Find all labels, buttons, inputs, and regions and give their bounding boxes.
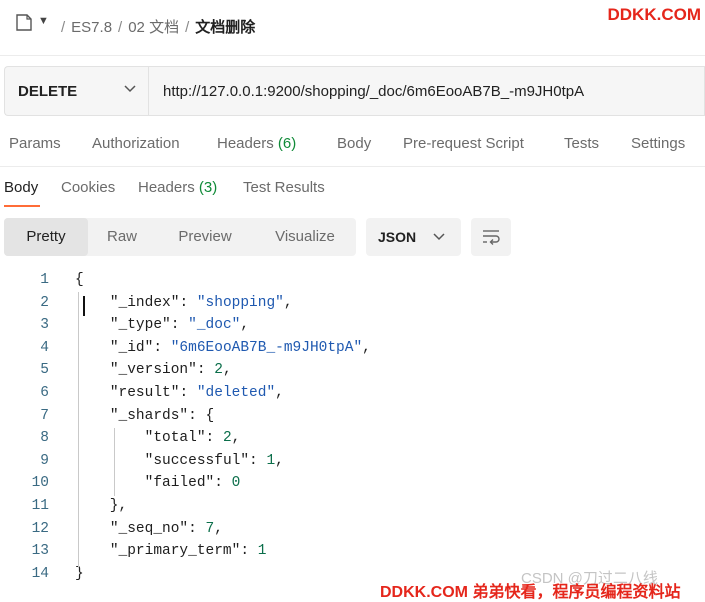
wrap-lines-icon — [483, 230, 500, 245]
code-line: "_shards": { — [109, 407, 215, 424]
text-cursor — [83, 296, 85, 316]
tab-cookies[interactable]: Cookies — [61, 179, 115, 196]
code-line: "result": "deleted", — [109, 385, 284, 401]
tab-response-headers-label: Headers — [138, 179, 195, 196]
indent-guide — [114, 428, 115, 496]
code-line: "_version": 2, — [109, 362, 232, 379]
line-number: 7 — [40, 407, 49, 424]
url-input[interactable]: http://127.0.0.1:9200/shopping/_doc/6m6E… — [148, 66, 705, 116]
tab-response-headers[interactable]: Headers (3) — [138, 179, 217, 196]
code-line: "_id": "6m6EooAB7B_-m9JH0tpA", — [109, 339, 371, 356]
view-preview-button[interactable]: Preview — [156, 218, 254, 256]
line-number: 10 — [31, 475, 49, 492]
url-text: http://127.0.0.1:9200/shopping/_doc/6m6E… — [163, 83, 585, 100]
breadcrumb-separator: / — [61, 19, 66, 36]
view-pretty-button[interactable]: Pretty — [4, 218, 88, 256]
line-number: 2 — [40, 294, 49, 311]
format-select[interactable]: JSON — [366, 218, 461, 256]
line-number: 3 — [40, 317, 49, 334]
watermark-banner: DDKK.COM 弟弟快看，程序员编程资料站 — [380, 584, 681, 601]
code-line: "total": 2, — [144, 430, 241, 447]
line-number: 4 — [40, 339, 49, 356]
tab-settings[interactable]: Settings — [631, 135, 685, 152]
line-number: 1 — [40, 272, 49, 288]
wrap-lines-button[interactable] — [471, 218, 511, 256]
code-line: }, — [75, 498, 128, 514]
response-body-editor[interactable]: 1 {2 "_index": "shopping", 3 "_type": "_do… — [0, 268, 705, 588]
code-line: "failed": 0 — [144, 475, 241, 492]
headers-count-badge: (6) — [277, 135, 297, 152]
divider — [0, 55, 705, 56]
tab-headers-label: Headers — [217, 135, 274, 152]
tab-tests[interactable]: Tests — [564, 135, 599, 152]
line-number: 13 — [31, 543, 49, 560]
caret-down-icon[interactable]: ▼ — [38, 15, 49, 27]
request-tabs: Params Authorization Headers (6) Body Pr… — [0, 135, 705, 159]
tab-params[interactable]: Params — [9, 135, 61, 152]
tab-body[interactable]: Body — [337, 135, 371, 152]
format-select-label: JSON — [378, 229, 417, 245]
line-number: 5 — [40, 362, 49, 379]
indent-guide — [78, 292, 79, 568]
tab-authorization[interactable]: Authorization — [92, 135, 180, 152]
line-number: 8 — [40, 430, 49, 447]
code-line: "_type": "_doc", — [109, 317, 250, 334]
code-line: } — [75, 565, 84, 582]
line-number: 11 — [31, 498, 49, 514]
tab-headers[interactable]: Headers (6) — [217, 135, 296, 152]
view-raw-button[interactable]: Raw — [88, 218, 156, 256]
tab-prerequest-script[interactable]: Pre-request Script — [403, 135, 524, 152]
request-doc-icon[interactable] — [16, 14, 32, 31]
line-number: 12 — [31, 520, 49, 537]
breadcrumb-separator: / — [118, 19, 123, 36]
code-line: "successful": 1, — [144, 452, 284, 469]
breadcrumb-current-request[interactable]: 文档删除 — [195, 19, 255, 36]
code-line: { — [75, 272, 84, 288]
tab-response-body[interactable]: Body — [4, 179, 38, 196]
code-line: "_index": "shopping", — [109, 294, 293, 311]
breadcrumb-collection[interactable]: ES7.8 — [71, 19, 112, 36]
method-label: DELETE — [18, 83, 78, 100]
divider — [0, 166, 705, 167]
tab-test-results[interactable]: Test Results — [243, 179, 325, 196]
line-number: 14 — [31, 565, 49, 582]
watermark-logo: DDKK.COM — [607, 5, 702, 24]
active-tab-indicator — [4, 205, 40, 207]
method-select[interactable]: DELETE — [4, 66, 148, 116]
line-number: 9 — [40, 452, 49, 469]
chevron-down-icon — [433, 233, 445, 241]
breadcrumb-folder[interactable]: 02 文档 — [128, 19, 179, 36]
view-visualize-button[interactable]: Visualize — [254, 218, 356, 256]
code-line: "_seq_no": 7, — [109, 520, 223, 537]
breadcrumb-separator: / — [185, 19, 190, 36]
line-number: 6 — [40, 385, 49, 401]
view-mode-segmented-control: Pretty Raw Preview Visualize — [4, 218, 356, 256]
chevron-down-icon — [124, 85, 136, 93]
code-line: "_primary_term": 1 — [109, 543, 267, 560]
breadcrumb: / ES7.8 / 02 文档 / 文档删除 — [55, 16, 255, 37]
response-headers-count-badge: (3) — [198, 179, 218, 196]
top-bar: ▼ / ES7.8 / 02 文档 / 文档删除 DDKK.COM — [0, 0, 705, 52]
